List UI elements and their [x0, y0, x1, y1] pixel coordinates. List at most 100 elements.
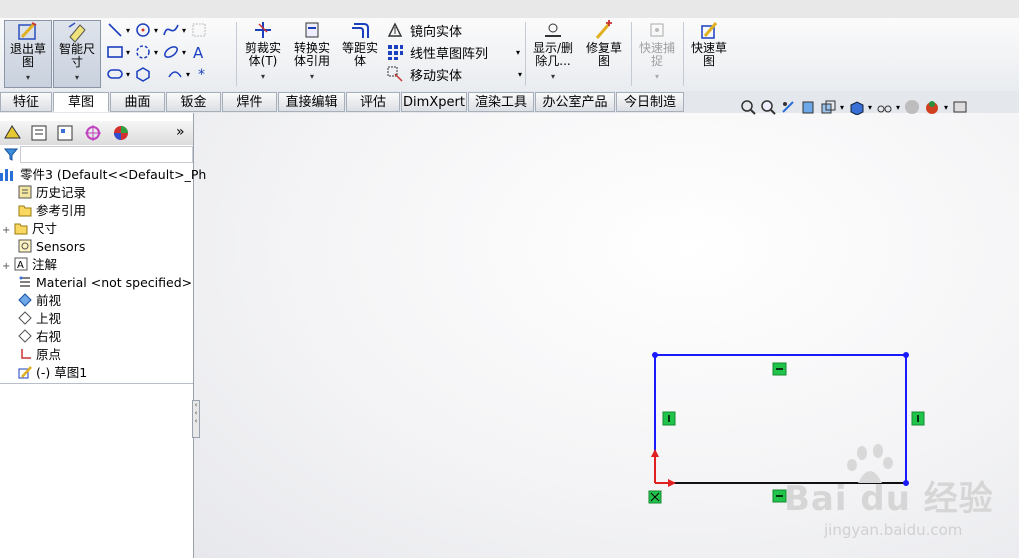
- linear-pattern-label: 线性草图阵列: [410, 46, 489, 62]
- vertical-relation-icon[interactable]: [911, 411, 925, 426]
- polygon-icon[interactable]: [134, 65, 152, 83]
- quick-snaps-label: 快速捕 捉: [638, 41, 675, 68]
- offset-entities-label: 等距实 体: [341, 41, 378, 68]
- point-icon[interactable]: [166, 65, 184, 83]
- tab-surfaces[interactable]: 曲面: [110, 92, 165, 112]
- ellipse-icon[interactable]: [162, 43, 180, 61]
- zoom-to-area-icon[interactable]: [760, 99, 776, 115]
- tab-made-today[interactable]: 今日制造: [616, 92, 684, 112]
- configuration-manager-tab-icon[interactable]: [54, 123, 76, 143]
- tree-item-annotations[interactable]: + A 注解: [2, 256, 57, 274]
- chevron-down-icon: ▾: [25, 73, 30, 82]
- sketch-point-icon[interactable]: *: [194, 65, 212, 83]
- tree-item-front-plane[interactable]: 前视: [18, 292, 61, 310]
- surface-spline-icon[interactable]: [190, 21, 208, 39]
- trim-entities-button[interactable]: 剪裁实 体(T) ▾: [240, 20, 286, 88]
- dimxpert-manager-tab-icon[interactable]: [82, 123, 104, 143]
- tree-item-right-plane[interactable]: 右视: [18, 328, 61, 346]
- previous-view-icon[interactable]: [780, 99, 796, 115]
- mirror-icon: [387, 22, 403, 37]
- arc-icon[interactable]: [134, 43, 152, 61]
- display-delete-label: 显示/删 除几...: [532, 41, 574, 68]
- repair-sketch-button[interactable]: 修复草 图: [580, 20, 628, 88]
- smart-dimension-button[interactable]: 智能尺 寸 ▾: [53, 20, 101, 88]
- tab-features[interactable]: 特征: [0, 92, 52, 112]
- slot-icon[interactable]: [106, 65, 124, 83]
- exit-sketch-button[interactable]: 退出草 图 ▾: [4, 20, 52, 88]
- rollback-bar[interactable]: [0, 383, 193, 384]
- sketch-vertex[interactable]: [903, 352, 909, 358]
- tree-item-material[interactable]: Material <not specified>: [18, 274, 192, 292]
- plane-icon: [18, 293, 32, 307]
- svg-text:*: *: [198, 67, 205, 83]
- tree-item-sensors[interactable]: Sensors: [18, 238, 85, 256]
- graphics-area[interactable]: Bai du 经验 jingyan.baidu.com: [194, 113, 1019, 558]
- coincident-relation-icon[interactable]: [648, 490, 662, 504]
- rectangle-icon[interactable]: [106, 43, 124, 61]
- feature-manager-tab-icon[interactable]: [2, 123, 24, 143]
- zoom-to-fit-icon[interactable]: [740, 99, 756, 115]
- chevron-down-icon[interactable]: ▾: [518, 70, 522, 79]
- convert-entities-icon: [305, 22, 319, 38]
- tree-item-dimensions[interactable]: + 尺寸: [2, 220, 57, 238]
- edit-appearance-icon[interactable]: [904, 99, 920, 115]
- tree-item-history[interactable]: 历史记录: [18, 184, 86, 202]
- tab-office-products[interactable]: 办公室产品: [535, 92, 615, 112]
- origin-icon: [21, 349, 31, 359]
- linear-pattern-button[interactable]: 线性草图阵列 ▾: [386, 42, 520, 62]
- text-icon[interactable]: A: [190, 43, 208, 61]
- move-entities-button[interactable]: 移动实体 ▾: [386, 64, 522, 84]
- tree-item-references[interactable]: 参考引用: [18, 202, 86, 220]
- tab-direct-editing[interactable]: 直接编辑: [278, 92, 345, 112]
- view-orientation-icon[interactable]: [820, 99, 836, 115]
- chevron-down-icon[interactable]: ▾: [840, 103, 844, 112]
- chevron-down-icon[interactable]: ▾: [516, 48, 520, 57]
- display-style-icon[interactable]: [848, 99, 864, 115]
- spline-icon[interactable]: [162, 21, 180, 39]
- tab-render-tools[interactable]: 渲染工具: [468, 92, 534, 112]
- tab-evaluate[interactable]: 评估: [346, 92, 400, 112]
- expand-toggle[interactable]: +: [2, 258, 14, 276]
- property-manager-tab-icon[interactable]: [28, 123, 50, 143]
- tab-weldments[interactable]: 焊件: [222, 92, 277, 112]
- origin-y-arrow-icon: [651, 449, 659, 457]
- vertical-relation-icon[interactable]: [662, 411, 676, 426]
- apply-scene-icon[interactable]: [924, 99, 940, 115]
- ribbon-divider: [236, 22, 237, 86]
- tab-sheet-metal[interactable]: 钣金: [166, 92, 221, 112]
- tab-sketch[interactable]: 草图: [53, 92, 109, 112]
- offset-entities-button[interactable]: 等距实 体: [338, 20, 382, 88]
- filter-icon[interactable]: [4, 147, 18, 161]
- tree-filter-input[interactable]: [20, 146, 193, 163]
- display-delete-relations-button[interactable]: 显示/删 除几... ▾: [529, 20, 577, 88]
- convert-entities-button[interactable]: 转换实 体引用 ▾: [288, 20, 336, 88]
- smart-dimension-icon: [68, 22, 86, 43]
- hide-show-items-icon[interactable]: [876, 99, 892, 115]
- sketch-vertex[interactable]: [652, 352, 658, 358]
- expand-panel-button[interactable]: »: [176, 124, 185, 140]
- rapid-sketch-button[interactable]: 快速草 图: [686, 20, 732, 88]
- tab-dimxpert[interactable]: DimXpert: [401, 92, 467, 112]
- line-icon[interactable]: [106, 21, 124, 39]
- chevron-down-icon[interactable]: ▾: [896, 103, 900, 112]
- tree-item-sketch1[interactable]: (-) 草图1: [18, 364, 87, 382]
- ribbon-divider: [683, 22, 684, 86]
- baidu-watermark: Bai du 经验 jingyan.baidu.com: [784, 443, 1014, 553]
- expand-toggle[interactable]: +: [2, 222, 14, 240]
- panel-splitter-handle[interactable]: ‹ ‹ ‹: [192, 400, 200, 438]
- chevron-down-icon[interactable]: ▾: [944, 103, 948, 112]
- tree-item-part[interactable]: 零件3 (Default<<Default>_Ph: [0, 166, 206, 184]
- horizontal-relation-icon[interactable]: [772, 362, 787, 376]
- tree-item-origin[interactable]: 原点: [18, 346, 61, 364]
- view-settings-icon[interactable]: [952, 99, 968, 115]
- move-entities-label: 移动实体: [410, 68, 463, 84]
- chevron-down-icon[interactable]: ▾: [868, 103, 872, 112]
- manager-tabs: »: [0, 121, 193, 145]
- section-view-icon[interactable]: [800, 99, 816, 115]
- sketch-icon: [18, 366, 32, 379]
- circle-icon[interactable]: [134, 21, 152, 39]
- display-manager-tab-icon[interactable]: [110, 123, 132, 143]
- tree-item-top-plane[interactable]: 上视: [18, 310, 61, 328]
- mirror-entities-button[interactable]: 镜向实体: [386, 20, 462, 40]
- quick-snaps-button[interactable]: 快速捕 捉 ▾: [634, 20, 680, 88]
